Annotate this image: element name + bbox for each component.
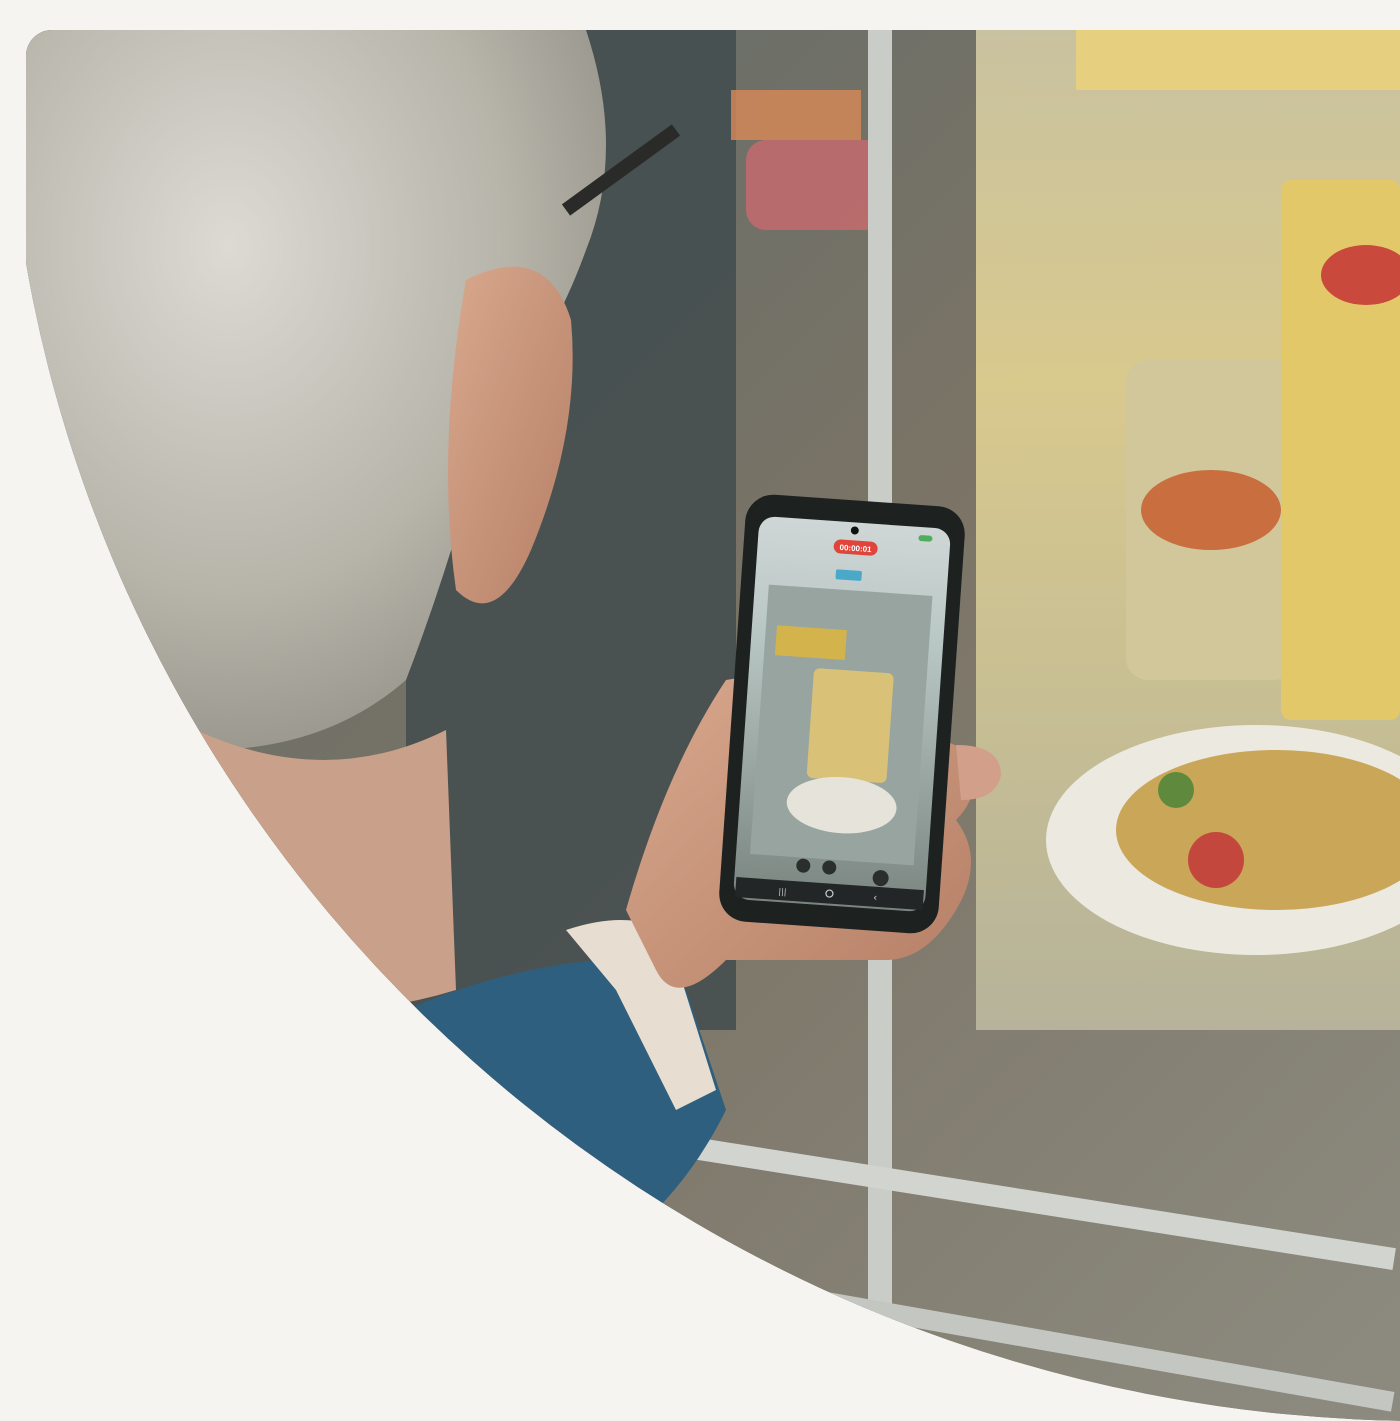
detect-label: [835, 569, 862, 581]
neck: [196, 730, 456, 1010]
basil: [1158, 772, 1194, 808]
hero-photo: 00:00:01 ‹ |||: [26, 30, 1400, 1421]
orange-sign: [731, 90, 861, 140]
battery-icon: [918, 535, 933, 542]
nav-back-icon: ‹: [873, 893, 878, 904]
nav-recents-icon: |||: [778, 887, 787, 897]
red-car: [746, 140, 886, 230]
jar-label: [1141, 470, 1281, 550]
preview-sign: [774, 625, 847, 661]
scene-illustration: 00:00:01 ‹ |||: [26, 30, 1400, 1421]
tomato: [1188, 832, 1244, 888]
preview-poster: [806, 668, 894, 783]
poster-top-band: [1076, 30, 1400, 90]
